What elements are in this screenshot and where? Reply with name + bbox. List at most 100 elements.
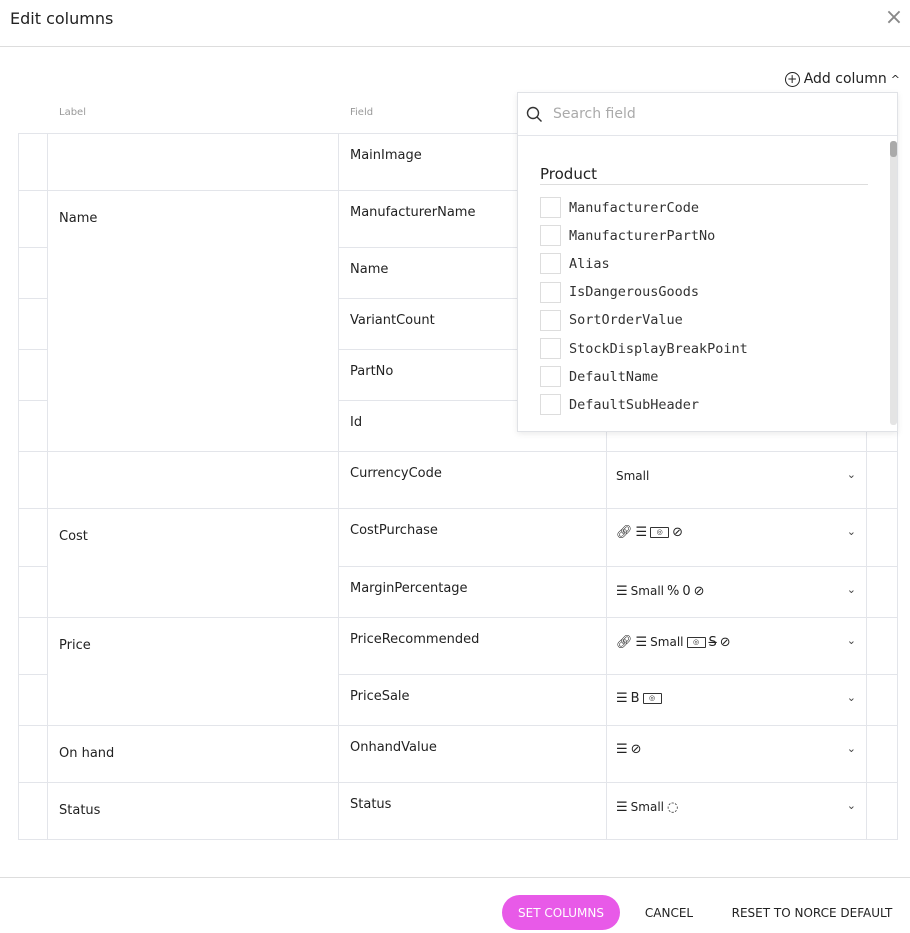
option-item[interactable]: DefaultName <box>540 366 659 388</box>
field-cell: CostPurchase <box>339 509 607 567</box>
money-icon: ◎ <box>686 636 706 648</box>
reset-to-default-button[interactable]: RESET TO NORCE DEFAULT <box>726 895 898 930</box>
chevron-down-icon[interactable]: ⌄ <box>847 691 856 704</box>
format-select[interactable]: ☰ Small% 0 ⊘ ⌄ <box>607 567 867 618</box>
close-icon[interactable]: × <box>882 5 906 30</box>
field-cell: CurrencyCode <box>339 452 607 509</box>
option-checkbox[interactable] <box>540 253 561 275</box>
chevron-down-icon[interactable]: ⌄ <box>847 583 856 596</box>
chevron-down-icon[interactable]: ⌄ <box>847 799 856 812</box>
row-field: MainImage <box>350 148 422 163</box>
row-field: MarginPercentage <box>350 581 468 596</box>
chevron-up-icon: ^ <box>890 72 900 86</box>
search-bar <box>518 93 897 136</box>
option-label: ManufacturerPartNo <box>569 227 716 244</box>
format-select[interactable]: 🔗︎ ☰ ◎ ⊘ ⌄ <box>607 509 867 567</box>
drag-handle[interactable] <box>19 452 48 509</box>
option-label: StockDisplayBreakPoint <box>569 340 748 357</box>
drag-handle[interactable] <box>19 618 48 675</box>
add-column-button[interactable]: + Add column ^ <box>784 71 900 87</box>
eye-off-icon: ⊘ <box>719 634 731 650</box>
label-cell[interactable] <box>48 452 339 509</box>
option-label: Alias <box>569 255 610 272</box>
drag-handle[interactable] <box>19 509 48 567</box>
dropdown-scrollbar[interactable] <box>890 141 897 425</box>
label-cell[interactable]: Cost <box>48 509 339 618</box>
label-cell[interactable]: On hand <box>48 726 339 783</box>
option-checkbox[interactable] <box>540 309 561 331</box>
row-field: OnhandValue <box>350 740 437 755</box>
align-icon: ☰ <box>616 691 628 706</box>
format-select[interactable]: ☰ Small ◌ ⌄ <box>607 783 867 840</box>
option-item[interactable]: StockDisplayBreakPoint <box>540 338 748 359</box>
dialog-header: Edit columns × <box>0 0 910 47</box>
option-label: DefaultName <box>569 368 659 385</box>
chevron-down-icon[interactable]: ⌄ <box>847 525 856 538</box>
scrollbar-thumb[interactable] <box>890 141 897 157</box>
option-checkbox[interactable] <box>540 338 561 359</box>
search-icon <box>526 106 542 122</box>
align-icon: ☰ <box>635 634 648 650</box>
label-cell[interactable] <box>48 134 339 191</box>
row-field: PriceSale <box>350 689 410 704</box>
row-actions[interactable] <box>867 618 898 675</box>
drag-handle[interactable] <box>19 248 48 299</box>
option-checkbox[interactable] <box>540 366 561 388</box>
option-label: IsDangerousGoods <box>569 284 700 301</box>
field-cell: PriceRecommended <box>339 618 607 675</box>
option-item[interactable]: ManufacturerCode <box>540 197 699 218</box>
label-cell[interactable]: Price <box>48 618 339 726</box>
drag-handle[interactable] <box>19 134 48 191</box>
row-actions[interactable] <box>867 452 898 509</box>
label-cell[interactable]: Status <box>48 783 339 840</box>
option-checkbox[interactable] <box>540 394 561 416</box>
row-actions[interactable] <box>867 675 898 726</box>
format-select[interactable]: ☰ B ◎ ⌄ <box>607 675 867 726</box>
row-actions[interactable] <box>867 567 898 618</box>
field-column-header: Field <box>350 107 374 118</box>
option-item[interactable]: SortOrderValue <box>540 309 683 331</box>
option-label: DefaultSubHeader <box>569 396 700 413</box>
format-tokens: 🔗︎ ☰ Small ◎ S̶ ⊘ <box>616 635 731 649</box>
field-cell: MarginPercentage <box>339 567 607 618</box>
percent-icon: % <box>666 583 680 599</box>
align-icon: ☰ <box>616 799 628 815</box>
format-select[interactable]: 🔗︎ ☰ Small ◎ S̶ ⊘ ⌄ <box>607 618 867 675</box>
format-select[interactable]: Small ⌄ <box>607 452 867 509</box>
format-tokens: ☰ ⊘ <box>616 743 642 756</box>
chevron-down-icon[interactable]: ⌄ <box>847 468 856 481</box>
label-cell[interactable]: Name <box>48 191 339 452</box>
drag-handle[interactable] <box>19 675 48 726</box>
drag-handle[interactable] <box>19 567 48 618</box>
row-actions[interactable] <box>867 783 898 840</box>
option-item[interactable]: Alias <box>540 253 610 275</box>
chevron-down-icon[interactable]: ⌄ <box>847 742 856 755</box>
option-checkbox[interactable] <box>540 225 561 247</box>
chevron-down-icon[interactable]: ⌄ <box>847 634 856 647</box>
row-field: CostPurchase <box>350 523 438 538</box>
row-actions[interactable] <box>867 509 898 567</box>
row-field: Id <box>350 415 363 430</box>
row-field: Name <box>350 262 389 277</box>
option-label: ManufacturerCode <box>569 199 700 216</box>
drag-handle[interactable] <box>19 350 48 401</box>
drag-handle[interactable] <box>19 191 48 248</box>
strikethrough-icon: S̶ <box>708 634 717 650</box>
option-item[interactable]: DefaultSubHeader <box>540 394 700 416</box>
option-checkbox[interactable] <box>540 197 561 218</box>
field-cell: OnhandValue <box>339 726 607 783</box>
drag-handle[interactable] <box>19 401 48 452</box>
option-item[interactable]: IsDangerousGoods <box>540 281 700 303</box>
set-columns-button[interactable]: SET COLUMNS <box>502 895 620 930</box>
row-actions[interactable] <box>867 726 898 783</box>
search-field-input[interactable] <box>553 106 853 122</box>
format-select[interactable]: ☰ ⊘ ⌄ <box>607 726 867 783</box>
drag-handle[interactable] <box>19 783 48 840</box>
row-field: Status <box>350 797 392 812</box>
option-item[interactable]: ManufacturerPartNo <box>540 225 716 247</box>
drag-handle[interactable] <box>19 726 48 783</box>
option-label: SortOrderValue <box>569 312 683 329</box>
option-checkbox[interactable] <box>540 281 561 303</box>
drag-handle[interactable] <box>19 299 48 350</box>
cancel-button[interactable]: CANCEL <box>636 895 702 930</box>
